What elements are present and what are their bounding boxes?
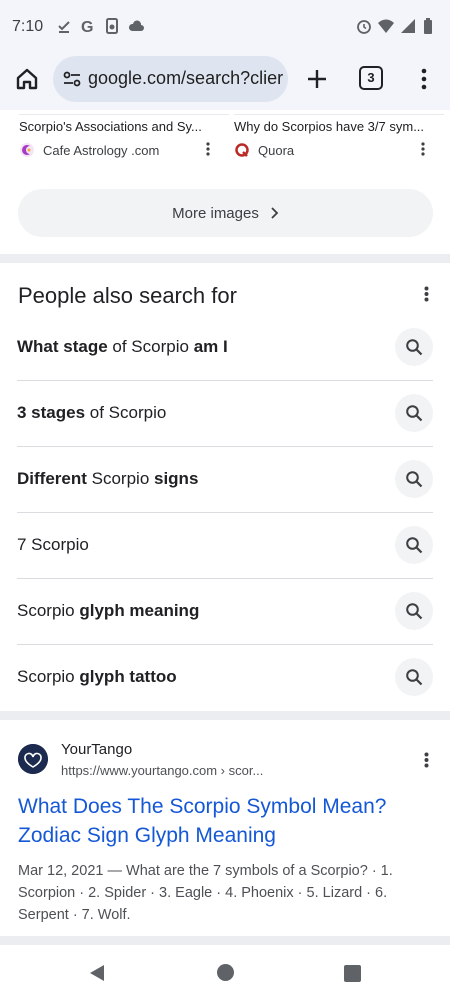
pasf-item-label[interactable]: 3 stages of Scorpio (17, 403, 166, 423)
search-icon (406, 603, 423, 620)
yourtango-logo-icon (18, 744, 48, 774)
search-icon (406, 471, 423, 488)
pasf-plain-part: of Scorpio (107, 337, 194, 356)
pasf-search-button[interactable] (395, 328, 433, 366)
cafe-astrology-favicon-icon (20, 143, 34, 157)
image-card-menu-icon[interactable] (206, 142, 210, 156)
pasf-item-label[interactable]: 7 Scorpio (17, 535, 89, 555)
download-done-icon (58, 21, 70, 33)
pasf-item-label[interactable]: Different Scorpio signs (17, 469, 198, 489)
result-date: Mar 12, 2021 (18, 863, 104, 879)
overflow-menu-icon[interactable] (414, 66, 434, 92)
chevron-right-icon (271, 207, 279, 219)
pasf-search-button[interactable] (395, 394, 433, 432)
status-time: 7:10 (12, 18, 44, 35)
system-nav-bar (0, 945, 450, 1000)
status-left-icons: G (56, 17, 144, 35)
google-g-icon: G (81, 19, 93, 35)
more-images-button[interactable]: More images (18, 189, 433, 237)
url-text[interactable]: google.com/search?clier (88, 68, 283, 89)
pasf-plain-part: of Scorpio (85, 403, 167, 422)
search-icon (406, 669, 423, 686)
pasf-plain-part: Scorpio (17, 601, 80, 620)
status-bar: 7:10 G (0, 0, 450, 54)
search-icon (406, 537, 423, 554)
result-site-name[interactable]: YourTango (61, 741, 132, 758)
image-card[interactable]: Scorpio's Associations and Sy... Cafe As… (19, 110, 229, 158)
address-bar[interactable]: google.com/search?clier (53, 56, 288, 102)
pasf-search-button[interactable] (395, 592, 433, 630)
image-source: Quora (234, 142, 444, 158)
pasf-menu-icon[interactable] (424, 286, 429, 302)
pasf-bold-part: 3 stages (17, 403, 86, 422)
screenshot-icon (106, 18, 118, 34)
pasf-plain-part: Scorpio (86, 469, 154, 488)
browser-toolbar: google.com/search?clier 3 (0, 54, 450, 110)
tab-switcher-button[interactable]: 3 (359, 66, 383, 90)
section-divider (0, 711, 450, 720)
alarm-icon (357, 20, 371, 34)
result-title-link[interactable]: What Does The Scorpio Symbol Mean? Zodia… (18, 792, 428, 850)
pasf-item-label[interactable]: Scorpio glyph meaning (17, 601, 199, 621)
wifi-icon (378, 19, 394, 33)
result-menu-icon[interactable] (424, 752, 429, 768)
search-icon (406, 405, 423, 422)
pasf-title: People also search for (18, 283, 237, 308)
section-divider (0, 254, 450, 263)
back-icon[interactable] (88, 964, 106, 982)
image-caption[interactable]: Scorpio's Associations and Sy... (19, 119, 229, 134)
more-images-label: More images (172, 204, 259, 222)
pasf-item[interactable]: 7 Scorpio (17, 513, 433, 579)
pasf-bold-part: signs (154, 469, 199, 488)
signal-icon (401, 19, 415, 33)
cloud-icon (128, 20, 144, 31)
quora-favicon-icon (235, 143, 249, 157)
pasf-search-button[interactable] (395, 658, 433, 696)
battery-icon (424, 18, 432, 34)
pasf-item[interactable]: What stage of Scorpio am I (17, 315, 433, 381)
image-card[interactable]: Why do Scorpios have 3/7 sym... Quora (234, 110, 444, 158)
status-right-icons (356, 17, 438, 35)
section-divider (0, 936, 450, 945)
pasf-item[interactable]: 3 stages of Scorpio (17, 381, 433, 447)
search-result: YourTango https://www.yourtango.com › sc… (0, 721, 450, 936)
search-icon (406, 339, 423, 356)
recent-apps-icon[interactable] (344, 965, 361, 982)
pasf-plain-part: 7 Scorpio (17, 535, 89, 554)
image-source-name: Quora (258, 142, 295, 158)
pasf-item[interactable]: Scorpio glyph meaning (17, 579, 433, 645)
pasf-search-button[interactable] (395, 460, 433, 498)
image-caption[interactable]: Why do Scorpios have 3/7 sym... (234, 119, 444, 134)
pasf-bold-part: What stage (17, 337, 108, 356)
pasf-bold-part: glyph meaning (79, 601, 200, 620)
pasf-item[interactable]: Different Scorpio signs (17, 447, 433, 513)
pasf-item-label[interactable]: Scorpio glyph tattoo (17, 667, 177, 687)
pasf-bold-part: glyph tattoo (79, 667, 177, 686)
image-thumbnail-edge (19, 110, 229, 115)
svg-text:G: G (81, 19, 93, 35)
home-nav-icon[interactable] (217, 964, 234, 981)
result-url[interactable]: https://www.yourtango.com › scor... (61, 763, 263, 778)
image-source-name: Cafe Astrology .com (43, 142, 160, 158)
pasf-search-button[interactable] (395, 526, 433, 564)
site-settings-icon[interactable] (62, 69, 82, 89)
pasf-plain-part: Scorpio (17, 667, 80, 686)
image-results-strip: Scorpio's Associations and Sy... Cafe As… (0, 110, 450, 170)
image-source: Cafe Astrology .com (19, 142, 229, 158)
pasf-bold-part: am I (193, 337, 228, 356)
image-thumbnail-edge (234, 110, 444, 115)
pasf-list: What stage of Scorpio am I 3 stages of Sc… (0, 315, 450, 711)
pasf-bold-part: Different (17, 469, 87, 488)
home-icon[interactable] (14, 66, 40, 92)
pasf-item-label[interactable]: What stage of Scorpio am I (17, 337, 228, 357)
new-tab-icon[interactable] (304, 66, 330, 92)
image-card-menu-icon[interactable] (421, 142, 425, 156)
pasf-item[interactable]: Scorpio glyph tattoo (17, 645, 433, 711)
result-snippet: Mar 12, 2021 — What are the 7 symbols of… (18, 863, 393, 923)
